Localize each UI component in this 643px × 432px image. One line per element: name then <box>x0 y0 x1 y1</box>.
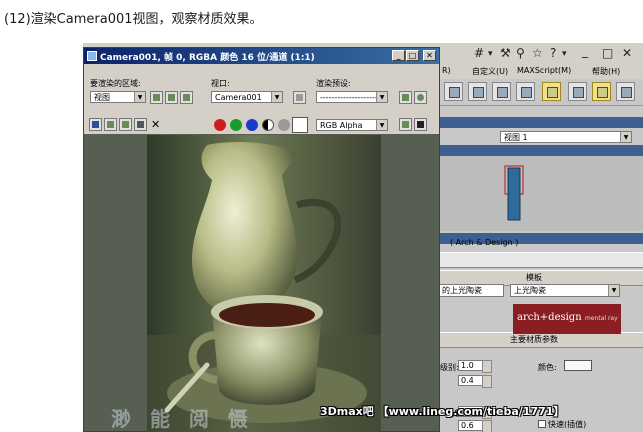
material-type-label: ( Arch & Design ) <box>450 238 519 247</box>
viewport-selector-row: 视图 1 ▼ <box>438 129 643 144</box>
grid-icon[interactable]: # <box>474 46 484 60</box>
viewport-label: 视口: <box>211 79 230 88</box>
arch-design-logo: arch+design mental ray <box>513 304 621 334</box>
chevron-down-icon: ▼ <box>134 92 145 102</box>
render-toolbar <box>438 79 643 106</box>
help-icon[interactable]: ? <box>550 46 556 60</box>
material-editor-button[interactable] <box>542 82 561 101</box>
area-label: 要渲染的区域: <box>90 79 141 88</box>
environment-icon[interactable] <box>414 91 427 104</box>
chevron-down-icon: ▼ <box>620 132 631 142</box>
template-list[interactable]: 的上光陶瓷 <box>438 284 504 297</box>
window-title: Camera001, 帧 0, RGBA 颜色 16 位/通道 (1:1) <box>100 53 315 63</box>
minimize-icon[interactable]: _ <box>582 44 588 58</box>
maximize-icon[interactable]: □ <box>602 46 613 60</box>
rendered-image <box>147 135 381 432</box>
menu-customize[interactable]: 自定义(U) <box>472 66 508 77</box>
auto-region-icon[interactable] <box>165 91 178 104</box>
diffuse-level-label: 级别: <box>440 363 459 372</box>
binoculars-icon[interactable]: ⚲ <box>516 46 525 60</box>
diffuse-level-spinner[interactable]: 1.0 <box>458 360 492 373</box>
viewport-dropdown[interactable]: Camera001 ▼ <box>211 91 283 103</box>
max-command-panel: # ▾ ⚒ ⚲ ☆ ? ▾ _ □ ✕ R) 自定义(U) MAXScript(… <box>438 43 643 432</box>
menu-rendering[interactable]: R) <box>442 66 451 75</box>
green-channel-toggle[interactable] <box>230 119 242 131</box>
preview-svg <box>504 165 524 221</box>
clone-window-icon[interactable] <box>119 118 132 131</box>
monochrome-toggle[interactable] <box>278 119 290 131</box>
coffee-surface <box>219 303 315 327</box>
color-label: 颜色: <box>538 363 557 372</box>
render-preset-dropdown[interactable]: -------------------- ▼ <box>316 91 388 103</box>
pixel-color-swatch[interactable] <box>292 117 308 133</box>
close-icon[interactable]: ✕ <box>622 46 632 60</box>
roughness-spinner[interactable]: 0.4 <box>458 375 492 388</box>
tool-button-2[interactable] <box>468 82 487 101</box>
save-image-icon[interactable] <box>89 118 102 131</box>
preview-object <box>507 167 521 221</box>
viewport-dropdown[interactable]: 视图 1 ▼ <box>500 131 632 143</box>
display-channel-dropdown[interactable]: RGB Alpha ▼ <box>316 119 388 131</box>
pitcher-body <box>192 142 297 315</box>
region-toggle-icon[interactable] <box>180 91 193 104</box>
blue-channel-toggle[interactable] <box>246 119 258 131</box>
main-params-rollout[interactable]: 主要材质参数 <box>438 332 643 348</box>
quick-render-button[interactable] <box>616 82 635 101</box>
menu-maxscript[interactable]: MAXScript(M) <box>517 66 571 75</box>
toggle-ui-overlay-icon[interactable] <box>399 118 412 131</box>
preview-title-bar <box>438 145 643 156</box>
window-close-button[interactable]: ✕ <box>423 50 436 61</box>
sample-slot-preview <box>438 156 643 231</box>
chevron-down-icon: ▼ <box>376 92 387 102</box>
render-preset-label: 渲染预设: <box>316 79 351 88</box>
minimize-button[interactable]: _ <box>392 50 405 61</box>
material-name-field[interactable] <box>438 252 643 268</box>
chevron-down-icon: ▼ <box>376 120 387 130</box>
template-dropdown[interactable]: 上光陶瓷 ▼ <box>510 284 620 297</box>
wrench-icon[interactable]: ⚒ <box>500 46 511 60</box>
menu-help[interactable]: 帮助(H) <box>592 66 620 77</box>
tool-button-1[interactable] <box>444 82 463 101</box>
fast-interpolate-checkbox[interactable] <box>538 420 546 428</box>
diffuse-color-swatch[interactable] <box>564 360 592 371</box>
dropdown-arrow-icon[interactable]: ▾ <box>488 49 493 59</box>
render-watermark: 渺 能 阅 慑 <box>111 407 254 431</box>
red-channel-toggle[interactable] <box>214 119 226 131</box>
clear-icon[interactable]: ✕ <box>151 118 160 131</box>
lock-icon[interactable] <box>293 91 306 104</box>
tool-button-4[interactable] <box>516 82 535 101</box>
alpha-channel-toggle[interactable] <box>262 119 274 131</box>
tool-button-3[interactable] <box>492 82 511 101</box>
area-dropdown[interactable]: 视图 ▼ <box>90 91 146 103</box>
render-setup-button[interactable] <box>568 82 587 101</box>
edit-region-icon[interactable] <box>150 91 163 104</box>
glossiness-spinner[interactable]: 0.6 <box>458 420 492 432</box>
help-dropdown-icon[interactable]: ▾ <box>562 49 567 59</box>
toggle-ui-icon[interactable] <box>414 118 427 131</box>
copy-image-icon[interactable] <box>104 118 117 131</box>
render-setup-icon[interactable] <box>399 91 412 104</box>
tutorial-caption: (12)渲染Camera001视图，观察材质效果。 <box>4 12 263 27</box>
print-icon[interactable] <box>134 118 147 131</box>
window-title-bar[interactable]: Camera001, 帧 0, RGBA 颜色 16 位/通道 (1:1) _ … <box>84 48 439 64</box>
panel-title-bar <box>438 117 643 128</box>
main-toolbar-strip: # ▾ ⚒ ⚲ ☆ ? ▾ _ □ ✕ <box>438 43 643 66</box>
window-app-icon <box>87 51 97 61</box>
chevron-down-icon: ▼ <box>271 92 282 102</box>
forum-banner: 3Dmax吧 【www.lineg.com/tieba/1771】 <box>320 405 565 418</box>
render-frame-button[interactable] <box>592 82 611 101</box>
rendered-scene-svg <box>147 135 381 432</box>
maximize-button[interactable]: □ <box>406 50 419 61</box>
fast-interpolate-label: 快速(插值) <box>548 420 587 429</box>
star-icon[interactable]: ☆ <box>532 46 543 60</box>
menu-bar: R) 自定义(U) MAXScript(M) 帮助(H) <box>438 65 643 80</box>
chevron-down-icon: ▼ <box>608 285 619 296</box>
screenshot: # ▾ ⚒ ⚲ ☆ ? ▾ _ □ ✕ R) 自定义(U) MAXScript(… <box>83 43 643 432</box>
